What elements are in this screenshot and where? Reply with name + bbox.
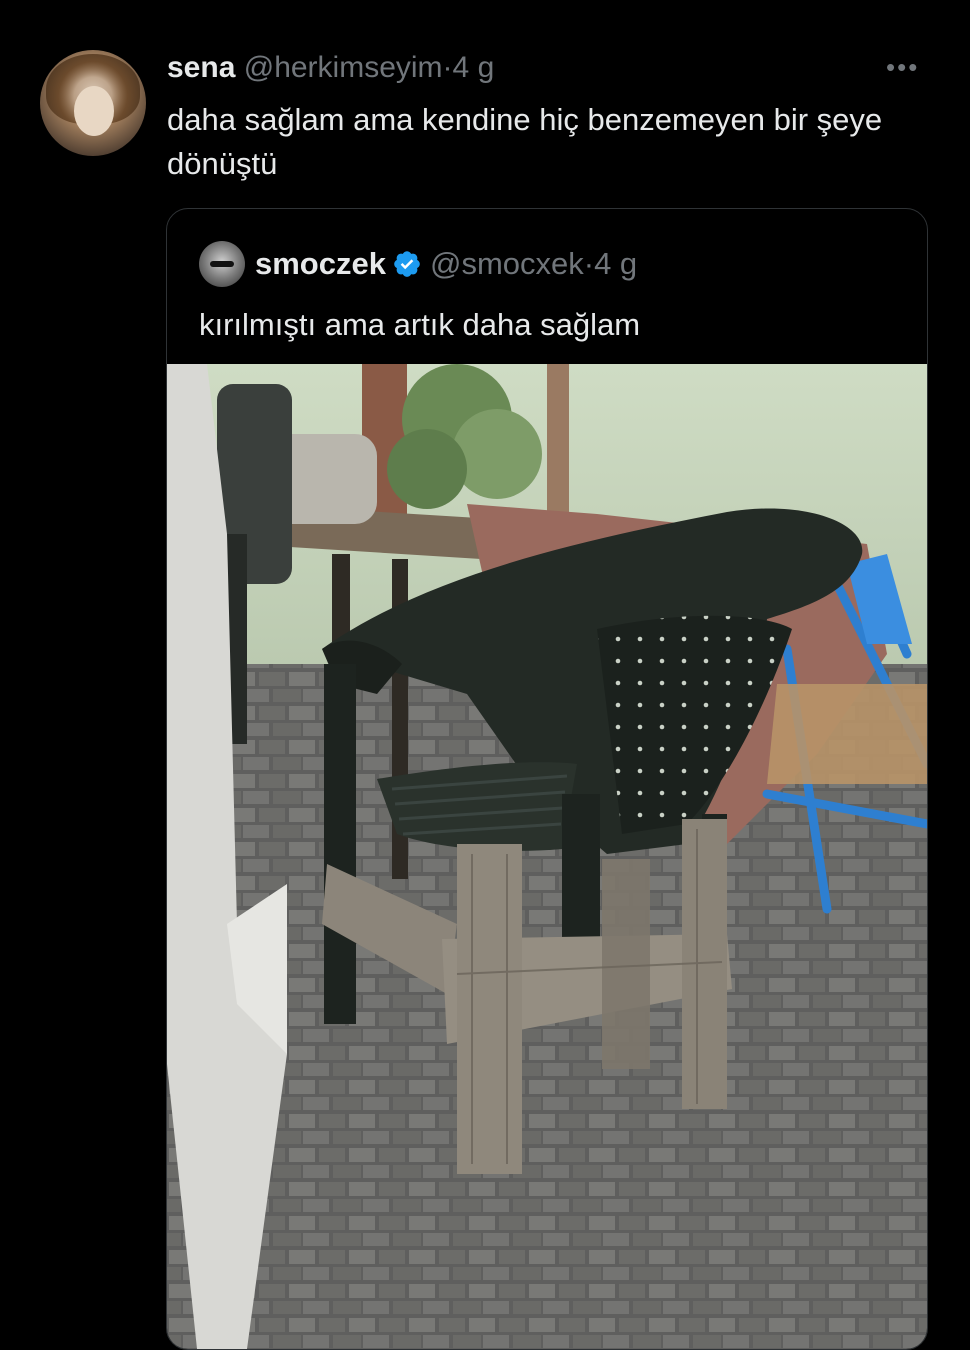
quoted-tweet[interactable]: smoczek @smocxek·4 g kırılmıştı ama artık… [166, 208, 928, 1350]
quoted-photo[interactable] [167, 364, 927, 1349]
tweet[interactable]: sena @herkimseyim·4 g ••• daha sağlam am… [0, 0, 970, 1350]
user-handle[interactable]: @herkimseyim [244, 51, 443, 84]
verified-badge-icon [394, 251, 420, 277]
tweet-header: sena @herkimseyim·4 g [167, 48, 494, 88]
quoted-user-handle[interactable]: @smocxek [430, 246, 584, 281]
quoted-timestamp[interactable]: 4 g [594, 246, 637, 281]
quoted-separator: · [583, 246, 595, 281]
quoted-text: kırılmıştı ama artık daha sağlam [199, 307, 641, 342]
quoted-display-name[interactable]: smoczek [255, 246, 386, 281]
separator: · [442, 51, 453, 84]
quoted-header: smoczek @smocxek·4 g [255, 243, 637, 285]
quoted-avatar[interactable] [199, 241, 245, 287]
avatar[interactable] [40, 50, 146, 156]
tweet-text: daha sağlam ama kendine hiç benzemeyen b… [167, 102, 883, 181]
display-name[interactable]: sena [167, 51, 235, 84]
more-horizontal-icon[interactable]: ••• [886, 52, 919, 83]
chair-photo-illustration [167, 364, 927, 1349]
timestamp[interactable]: 4 g [453, 51, 495, 84]
avatar-face [74, 86, 114, 136]
avatar-glasses [210, 261, 234, 267]
